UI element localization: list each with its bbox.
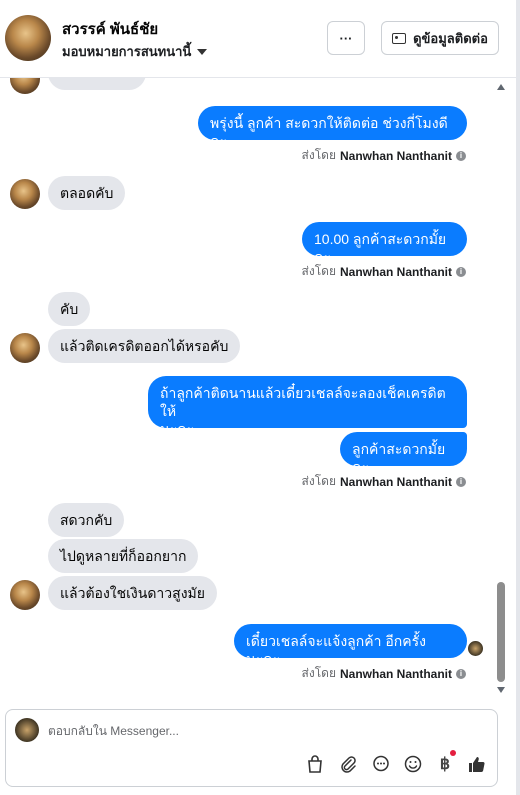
message-outgoing[interactable]: พรุ่งนี้ ลูกค้า สะดวกให้ติดต่อ ช่วงกี่โม… <box>198 106 467 149</box>
contact-avatar-small <box>10 580 40 610</box>
sent-by-label: ส่งโดย Nanwhan Nanthanit i <box>302 664 466 683</box>
paperclip-icon[interactable] <box>338 754 358 774</box>
assign-conversation-dropdown[interactable]: มอบหมายการสนทนานี้ <box>62 41 208 62</box>
message-incoming-clipped <box>48 78 146 95</box>
contact-name[interactable]: สวรรค์ พันธ์ชัย <box>62 17 158 41</box>
scrollbar-thumb[interactable] <box>497 582 505 682</box>
message-line: ถ้าลูกค้าติดนานแล้วเดี๋ยวเชลล์จะลองเช็คเ… <box>160 385 446 419</box>
scroll-up-arrow-icon[interactable] <box>497 84 505 90</box>
contact-avatar-small <box>10 78 40 94</box>
info-icon[interactable]: i <box>456 668 466 679</box>
message-bubble: แล้วติดเครดิตออกได้หรอคับ <box>48 329 241 363</box>
message-bubble: คับ <box>48 292 91 326</box>
thumbs-up-icon[interactable] <box>467 754 487 774</box>
notification-dot <box>450 750 456 756</box>
contact-avatar-small <box>10 179 40 209</box>
sent-by-label: ส่งโดย Nanwhan Nanthanit i <box>302 146 466 165</box>
contact-card-icon <box>392 32 407 44</box>
baht-payment-icon[interactable]: ฿ <box>435 754 455 774</box>
message-incoming[interactable]: แล้วติดเครดิตออกได้หรอคับ <box>48 329 241 363</box>
message-bubble: สดวกคับ <box>48 503 125 537</box>
message-incoming[interactable]: ไปดูหลายที่ก็ออกยาก <box>48 539 199 573</box>
sent-by-label: ส่งโดย Nanwhan Nanthanit i <box>302 262 466 281</box>
message-bubble <box>48 78 146 90</box>
message-bubble: ไปดูหลายที่ก็ออกยาก <box>48 539 199 573</box>
caret-down-icon <box>197 48 208 55</box>
reply-composer: ฿ <box>5 709 498 787</box>
smiley-icon[interactable] <box>403 754 423 774</box>
message-outgoing[interactable]: 10.00 ลูกค้าสะดวกมั้ยคะ <box>302 222 467 265</box>
contact-avatar-small <box>10 333 40 363</box>
conversation-header: สวรรค์ พันธ์ชัย มอบหมายการสนทนานี้ ··· ด… <box>0 0 520 78</box>
message-bubble: แล้วต้องใชเงินดาวสูงมัย <box>48 576 217 610</box>
message-incoming[interactable]: แล้วต้องใชเงินดาวสูงมัย <box>48 576 217 610</box>
view-contact-label: ดูข้อมูลติดต่อ <box>413 30 488 46</box>
message-outgoing[interactable]: ลูกค้าสะดวกมั้ยคะ <box>340 432 467 475</box>
info-icon[interactable]: i <box>456 476 466 487</box>
message-bubble: ตลอดคับ <box>48 176 126 210</box>
assign-label: มอบหมายการสนทนานี้ <box>62 44 192 59</box>
more-options-button[interactable]: ··· <box>327 21 365 55</box>
message-outgoing[interactable]: ถ้าลูกค้าติดนานแล้วเดี๋ยวเชลล์จะลองเช็คเ… <box>148 376 467 437</box>
shopping-bag-icon[interactable] <box>305 754 325 774</box>
contact-avatar[interactable] <box>5 15 51 61</box>
sent-by-label: ส่งโดย Nanwhan Nanthanit i <box>302 472 466 491</box>
view-contact-button[interactable]: ดูข้อมูลติดต่อ <box>381 21 499 55</box>
scroll-down-arrow-icon[interactable] <box>497 687 505 693</box>
seen-avatar <box>468 641 483 656</box>
ellipsis-icon: ··· <box>339 30 353 46</box>
page-avatar <box>15 718 39 742</box>
message-list[interactable]: พรุ่งนี้ ลูกค้า สะดวกให้ติดต่อ ช่วงกี่โม… <box>0 78 520 703</box>
message-outgoing[interactable]: เดี๋ยวเชลล์จะแจ้งลูกค้า อีกครั้ง นะคะ <box>234 624 467 667</box>
info-icon[interactable]: i <box>456 150 466 161</box>
info-icon[interactable]: i <box>456 266 466 277</box>
speech-bubble-icon[interactable] <box>371 754 391 774</box>
reply-input[interactable] <box>48 721 448 741</box>
message-incoming[interactable]: คับ <box>48 292 91 326</box>
message-incoming[interactable]: สดวกคับ <box>48 503 125 537</box>
panel-edge <box>516 0 520 795</box>
message-incoming[interactable]: ตลอดคับ <box>48 176 126 210</box>
